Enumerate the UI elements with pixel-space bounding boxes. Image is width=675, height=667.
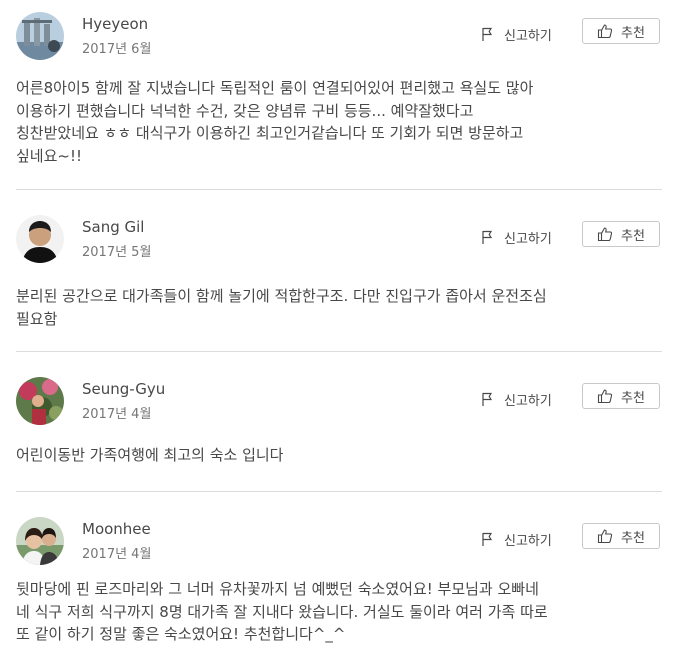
avatar[interactable]: [16, 517, 64, 565]
recommend-label: 추천: [621, 25, 645, 41]
review-date: 2017년 5월: [82, 245, 152, 260]
flag-icon: [482, 27, 493, 41]
thumbs-up-icon: [597, 529, 613, 544]
recommend-label: 추천: [621, 228, 645, 244]
report-label: 신고하기: [504, 231, 552, 247]
flag-icon: [482, 392, 493, 406]
review-text-line: 뒷마당에 핀 로즈마리와 그 너머 유차꽃까지 넘 예뻤던 숙소였어요! 부모님…: [16, 580, 539, 598]
review-text-line: 네 식구 저희 식구까지 8명 대가족 잘 지내다 왔습니다. 거실도 둘이라 …: [16, 602, 548, 621]
recommend-label: 추천: [621, 390, 645, 406]
reviewer-name: Sang Gil: [82, 218, 145, 236]
review-item: Seung-Gyu 2017년 4월 신고하기 추천 어린이동반 가족여행에 최…: [16, 377, 662, 492]
review-text: 어른8아이5 함께 잘 지냈습니다 독립적인 룸이 연결되어있어 편리했고 욕실…: [16, 77, 662, 167]
report-label: 신고하기: [504, 393, 552, 409]
flag-icon: [482, 532, 493, 546]
avatar[interactable]: [16, 215, 64, 263]
review-text-line: 또 같이 하기 정말 좋은 숙소였어요! 추천합니다^_^: [16, 625, 346, 643]
review-text-line: 어린이동반 가족여행에 최고의 숙소 입니다: [16, 446, 284, 464]
review-item: Moonhee 2017년 4월 신고하기 추천 뒷마당에 핀 로즈마리와 그 …: [16, 517, 662, 667]
review-item: Hyeyeon 2017년 6월 신고하기 추천 어른8아이5 함께 잘 지냈습…: [16, 12, 662, 190]
review-date: 2017년 6월: [82, 42, 152, 57]
review-text-line: 분리된 공간으로 대가족들이 함께 놀기에 적합한구조. 다만 진입구가 좁아서…: [16, 287, 547, 305]
review-text-line: 필요함: [16, 309, 58, 328]
avatar[interactable]: [16, 12, 64, 60]
review-text: 뒷마당에 핀 로즈마리와 그 너머 유차꽃까지 넘 예뻤던 숙소였어요! 부모님…: [16, 578, 662, 646]
reviewer-name: Seung-Gyu: [82, 380, 166, 398]
review-text-line: 칭찬받았네요 ㅎㅎ 대식구가 이용하긴 최고인거같습니다 또 기회가 되면 방문…: [16, 124, 524, 142]
report-button[interactable]: 신고하기: [480, 387, 552, 411]
review-date: 2017년 4월: [82, 547, 152, 562]
review-item: Sang Gil 2017년 5월 신고하기 추천 분리된 공간으로 대가족들이…: [16, 215, 662, 352]
recommend-button[interactable]: 추천: [582, 221, 660, 247]
review-text-line: 싶네요~!!: [16, 146, 82, 165]
report-button[interactable]: 신고하기: [480, 527, 552, 551]
review-text: 어린이동반 가족여행에 최고의 숙소 입니다: [16, 444, 662, 467]
review-text-line: 어른8아이5 함께 잘 지냈습니다 독립적인 룸이 연결되어있어 편리했고 욕실…: [16, 79, 534, 97]
recommend-label: 추천: [621, 530, 645, 546]
recommend-button[interactable]: 추천: [582, 383, 660, 409]
thumbs-up-icon: [597, 24, 613, 39]
report-button[interactable]: 신고하기: [480, 22, 552, 46]
recommend-button[interactable]: 추천: [582, 18, 660, 44]
reviewer-name: Hyeyeon: [82, 15, 149, 33]
report-button[interactable]: 신고하기: [480, 225, 552, 249]
thumbs-up-icon: [597, 389, 613, 404]
review-text: 분리된 공간으로 대가족들이 함께 놀기에 적합한구조. 다만 진입구가 좁아서…: [16, 285, 662, 330]
thumbs-up-icon: [597, 227, 613, 242]
report-label: 신고하기: [504, 533, 552, 549]
reviewer-name: Moonhee: [82, 520, 151, 538]
review-text-line: 이용하기 편했습니다 넉넉한 수건, 갖은 양념류 구비 등등... 예약잘했다…: [16, 101, 474, 120]
recommend-button[interactable]: 추천: [582, 523, 660, 549]
avatar[interactable]: [16, 377, 64, 425]
flag-icon: [482, 230, 493, 244]
review-date: 2017년 4월: [82, 407, 152, 422]
report-label: 신고하기: [504, 28, 552, 44]
